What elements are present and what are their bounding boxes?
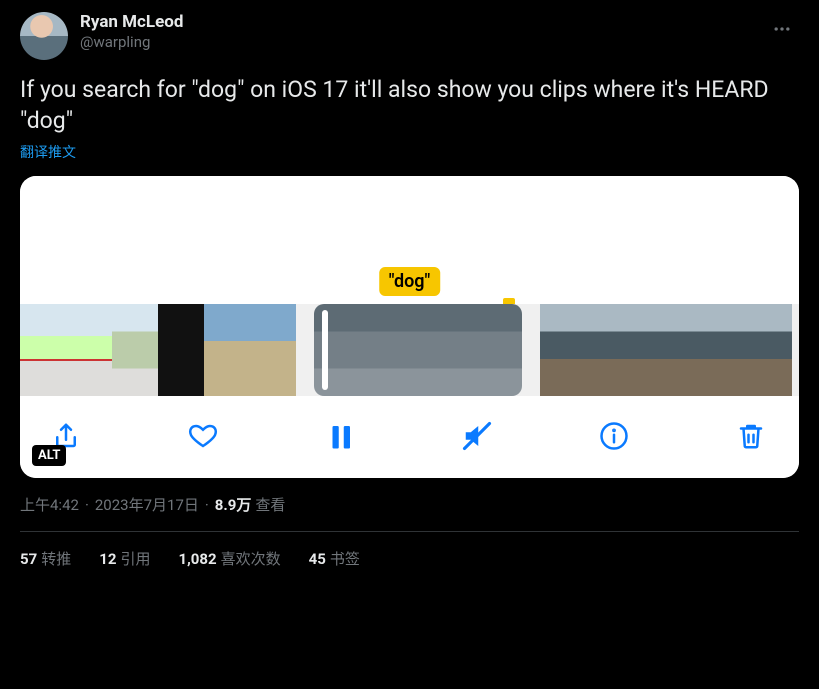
heart-icon (188, 421, 218, 451)
clip-thumbnail (418, 304, 470, 396)
clip-thumbnail-group (540, 304, 792, 396)
likes-label: 喜欢次数 (221, 550, 281, 568)
more-icon (772, 19, 792, 39)
clip-thumbnail (366, 304, 418, 396)
retweets-label: 转推 (41, 550, 71, 568)
info-icon (599, 421, 629, 451)
display-name: Ryan McLeod (80, 12, 183, 32)
delete-button[interactable] (735, 420, 767, 452)
quotes-stat[interactable]: 12引用 (99, 548, 150, 569)
tweet-text: If you search for "dog" on iOS 17 it'll … (20, 74, 799, 136)
tweet-meta: 上午4:42 · 2023年7月17日 · 8.9万 查看 (20, 494, 799, 515)
more-button[interactable] (765, 12, 799, 46)
retweets-count: 57 (20, 550, 37, 568)
quotes-count: 12 (99, 550, 116, 568)
bookmarks-count: 45 (309, 550, 326, 568)
clip-thumbnail (112, 304, 158, 396)
caption-pill: "dog" (379, 267, 441, 296)
pause-icon (325, 421, 355, 451)
quotes-label: 引用 (120, 550, 150, 568)
retweets-stat[interactable]: 57转推 (20, 548, 71, 569)
clip-thumbnail (666, 304, 708, 396)
tweet-date[interactable]: 2023年7月17日 (95, 494, 199, 515)
handle: @warpling (80, 32, 183, 52)
clip-thumbnail (750, 304, 792, 396)
clip-thumbnail (624, 304, 666, 396)
meta-separator: · (85, 496, 89, 514)
mute-icon (462, 421, 492, 451)
clip-thumbnail-group-active (314, 304, 522, 396)
clip-thumbnail (250, 304, 296, 396)
info-button[interactable] (598, 420, 630, 452)
scrubber-handle[interactable] (322, 310, 328, 390)
media-card[interactable]: "dog" (20, 176, 799, 478)
avatar[interactable] (20, 12, 68, 60)
trash-icon (736, 421, 766, 451)
media-toolbar (20, 396, 799, 478)
clip-thumbnail-group (20, 304, 296, 396)
clip-thumbnail (470, 304, 522, 396)
tweet-stats: 57转推 12引用 1,082 喜欢次数 45书签 (20, 532, 799, 569)
mute-button[interactable] (461, 420, 493, 452)
translate-link[interactable]: 翻译推文 (20, 142, 76, 162)
likes-count: 1,082 (178, 550, 216, 568)
bookmarks-stat[interactable]: 45书签 (309, 548, 360, 569)
video-filmstrip[interactable] (20, 304, 799, 396)
alt-badge[interactable]: ALT (32, 445, 66, 466)
clip-thumbnail (20, 304, 66, 396)
tweet-header: Ryan McLeod @warpling (20, 12, 799, 60)
media-top: "dog" (20, 176, 799, 304)
tweet-container: Ryan McLeod @warpling If you search for … (0, 0, 819, 569)
clip-thumbnail (204, 304, 250, 396)
tweet-time[interactable]: 上午4:42 (20, 494, 79, 515)
views-count: 8.9万 (215, 494, 252, 515)
clip-thumbnail (158, 304, 204, 396)
bookmarks-label: 书签 (330, 550, 360, 568)
clip-thumbnail (582, 304, 624, 396)
meta-separator: · (205, 496, 209, 514)
clip-thumbnail (66, 304, 112, 396)
clip-thumbnail (540, 304, 582, 396)
author-names[interactable]: Ryan McLeod @warpling (80, 12, 183, 52)
clip-thumbnail (708, 304, 750, 396)
likes-stat[interactable]: 1,082 喜欢次数 (178, 548, 280, 569)
views-label: 查看 (255, 494, 285, 515)
pause-button[interactable] (324, 420, 356, 452)
like-button[interactable] (187, 420, 219, 452)
